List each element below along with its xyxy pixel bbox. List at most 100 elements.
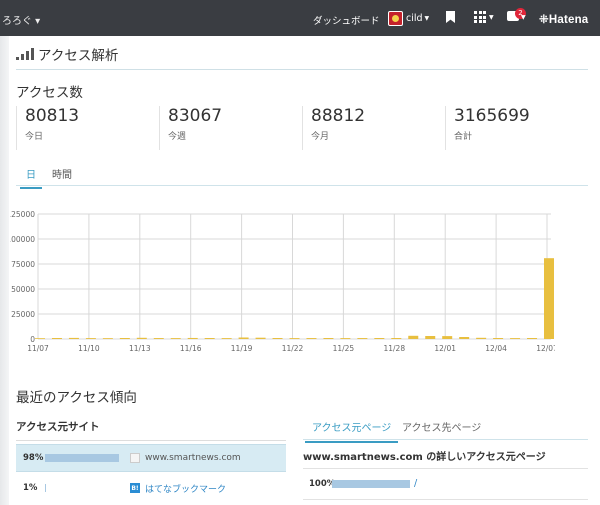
source-row[interactable]: 98% www.smartnews.com [16, 444, 286, 472]
x-tick-label: 12/04 [485, 344, 507, 353]
apps-grid-icon[interactable] [474, 11, 486, 23]
bar [527, 338, 538, 339]
bar [442, 336, 453, 339]
bar [68, 337, 79, 339]
bar [374, 338, 385, 339]
access-chart: 0 25000 50000 75000 100000 125000 11/07 11/10 11… [10, 210, 555, 353]
stat-today: 80813 今日 [16, 106, 79, 150]
signal-icon [16, 48, 34, 60]
dashboard-link[interactable]: ダッシュボード [313, 13, 380, 27]
divider [16, 69, 588, 70]
source-percent: 1% [23, 483, 38, 493]
bar [323, 338, 334, 339]
avatar [388, 10, 403, 26]
y-tick-label: 125000 [10, 210, 35, 219]
blog-switcher[interactable]: ろろぐ ▾ [2, 12, 40, 27]
stat-value: 3165699 [454, 106, 530, 126]
source-bar [45, 454, 119, 462]
bar [425, 336, 436, 339]
bar [153, 338, 164, 339]
user-menu[interactable]: cild ▼ [388, 10, 429, 26]
x-tick-label: 11/22 [282, 344, 304, 353]
source-site-link[interactable]: はてなブックマーク [145, 482, 226, 495]
bar [187, 337, 198, 339]
site-favicon-icon [130, 453, 140, 463]
bar [340, 338, 351, 339]
stat-total: 3165699 合計 [445, 106, 530, 150]
source-percent: 98% [23, 453, 44, 463]
x-tick-label: 12/07 [536, 344, 555, 353]
page-tabs: アクセス元ページ アクセス先ページ [303, 414, 588, 443]
bar [238, 337, 249, 339]
chevron-down-icon: ▼ [489, 14, 494, 21]
period-tabs: 日 時間 [16, 163, 588, 189]
source-site: www.smartnews.com [145, 453, 241, 463]
tab-day[interactable]: 日 [20, 166, 42, 189]
x-tick-label: 11/28 [383, 344, 405, 353]
y-tick-label: 0 [30, 335, 35, 344]
bar [476, 337, 487, 339]
bar [408, 335, 419, 339]
hatena-bookmark-icon: B! [130, 483, 140, 493]
detail-row[interactable]: 100% / [303, 472, 588, 496]
chevron-down-icon: ▼ [424, 14, 430, 22]
page-title-text: アクセス解析 [38, 48, 119, 64]
bar [544, 258, 554, 339]
sources-title: アクセス元サイト [16, 421, 100, 433]
divider [16, 440, 286, 441]
stat-month: 88812 今月 [302, 106, 365, 150]
bar [136, 337, 147, 339]
x-tick-label: 11/10 [78, 344, 100, 353]
bar [289, 338, 300, 339]
x-tick-label: 11/13 [129, 344, 151, 353]
tab-landing-pages[interactable]: アクセス先ページ [395, 419, 488, 441]
bar [221, 338, 232, 339]
trend-title: 最近のアクセス傾向 [16, 390, 137, 406]
stat-week: 83067 今週 [159, 106, 222, 150]
stat-label: 今週 [168, 132, 187, 142]
bar [85, 338, 96, 339]
bar [35, 338, 45, 339]
bar [306, 338, 317, 339]
x-tick-label: 11/19 [231, 344, 253, 353]
divider [303, 468, 588, 469]
y-tick-label: 100000 [10, 235, 35, 244]
x-tick-label: 11/25 [333, 344, 355, 353]
hatena-logo[interactable]: ⁜Hatena [539, 12, 588, 26]
bar [119, 338, 130, 339]
y-tick-label: 25000 [11, 310, 35, 319]
detail-path-link[interactable]: / [414, 478, 417, 489]
bar [102, 338, 113, 339]
x-tick-label: 11/07 [27, 344, 49, 353]
access-count-title: アクセス数 [16, 85, 83, 101]
bar [272, 338, 283, 339]
bar [510, 338, 521, 339]
stat-label: 合計 [454, 132, 473, 142]
bar [391, 338, 402, 339]
bar [51, 338, 62, 339]
source-row[interactable]: 1% B! はてなブックマーク [16, 474, 286, 502]
bar [170, 338, 181, 339]
detail-title: www.smartnews.com の詳しいアクセス元ページ [303, 452, 546, 463]
stat-value: 80813 [25, 106, 80, 126]
stat-value: 88812 [311, 106, 366, 126]
y-tick-label: 50000 [11, 285, 35, 294]
stat-value: 83067 [168, 106, 223, 126]
tab-referrer-pages[interactable]: アクセス元ページ [305, 419, 399, 443]
bar [204, 338, 215, 339]
detail-bar [332, 480, 410, 488]
chevron-down-icon: ▼ [521, 14, 526, 21]
tab-hour[interactable]: 時間 [46, 166, 78, 187]
source-bar [45, 484, 46, 492]
divider [303, 499, 588, 500]
bar [493, 338, 504, 339]
stats-row: 80813 今日 83067 今週 88812 今月 3165699 合計 [16, 106, 588, 150]
x-tick-label: 12/01 [434, 344, 456, 353]
page-title: アクセス解析 [16, 44, 118, 64]
global-header: ろろぐ ▾ ダッシュボード cild ▼ ▼ 2 ▼ ⁜Hatena [0, 0, 600, 36]
user-name: cild [406, 12, 423, 24]
bar [459, 337, 470, 339]
bookmark-icon[interactable] [446, 11, 455, 23]
side-edge [0, 36, 9, 505]
stat-label: 今月 [311, 132, 330, 142]
